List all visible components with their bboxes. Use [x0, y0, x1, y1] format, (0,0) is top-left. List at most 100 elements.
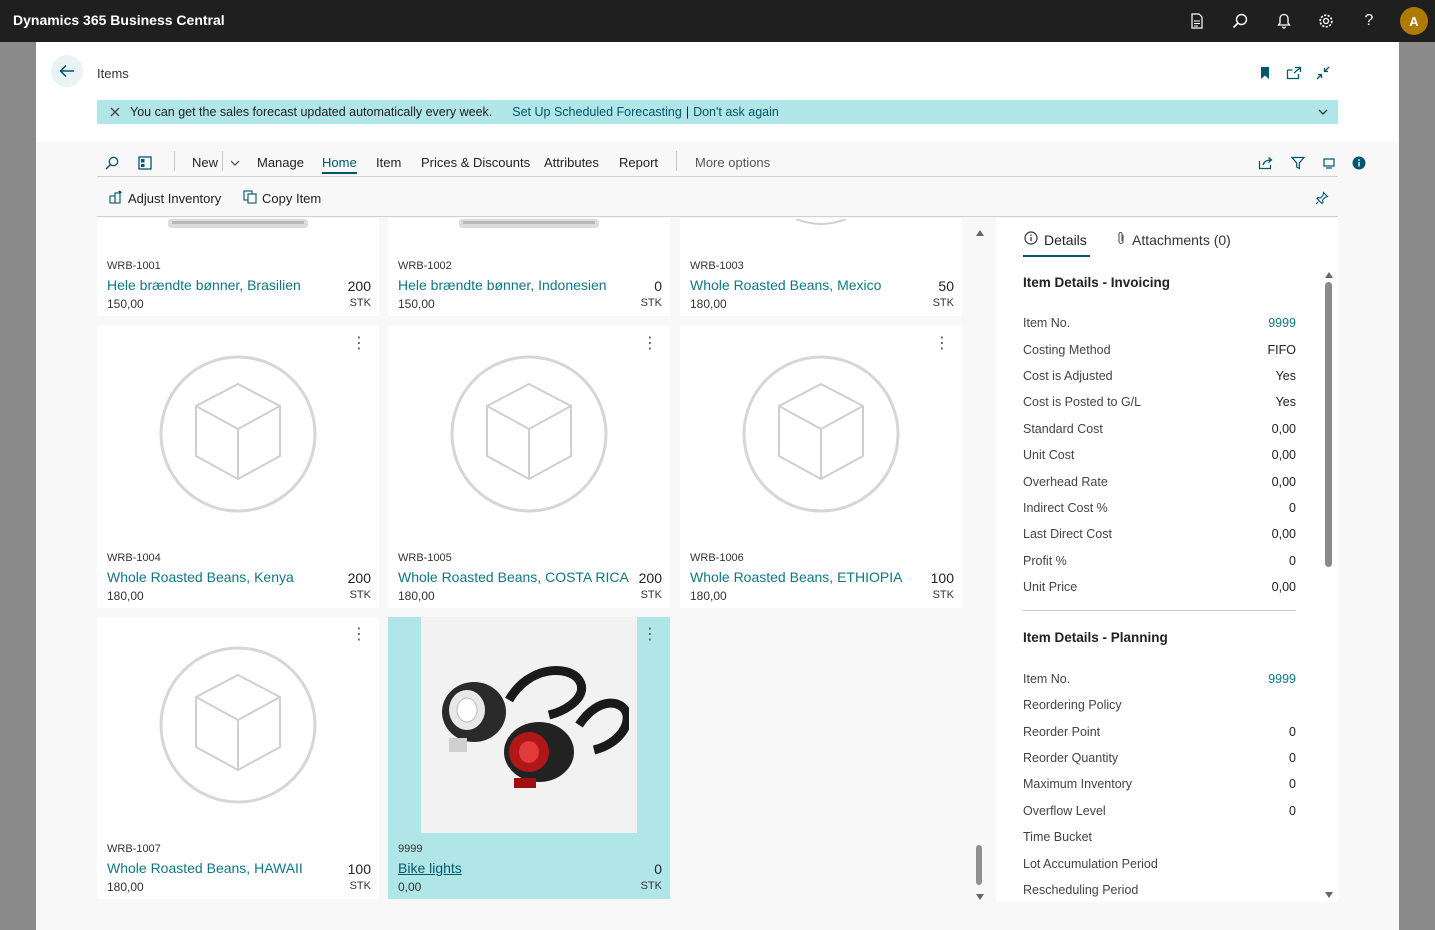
tile-more-icon[interactable]: ⋮: [351, 627, 367, 643]
item-description-link[interactable]: Whole Roasted Beans, ETHIOPIA: [690, 569, 902, 585]
fact-label: Overhead Rate: [1023, 475, 1108, 489]
close-notification-icon[interactable]: [110, 107, 120, 117]
item-tile-selected[interactable]: ⋮ 9999 Bike lights 0,00 0 STK: [388, 617, 670, 899]
item-tile[interactable]: ⋮ WRB-1005 Whole Roasted Beans, COSTA RI…: [388, 326, 670, 608]
item-description-link[interactable]: Hele brændte bønner, Brasilien: [107, 277, 301, 293]
item-description-link[interactable]: Whole Roasted Beans, Mexico: [690, 277, 881, 293]
fact-label: Item No.: [1023, 316, 1071, 330]
action-bar: New Manage Home Item Prices & Discounts …: [97, 147, 1366, 177]
tab-manage[interactable]: Manage: [257, 155, 304, 170]
tab-details[interactable]: Details: [1024, 231, 1087, 248]
item-inventory: 0: [654, 861, 662, 877]
item-description-link[interactable]: Whole Roasted Beans, Kenya: [107, 569, 294, 585]
report-icon[interactable]: [1187, 11, 1207, 31]
item-no: WRB-1005: [398, 552, 452, 564]
new-button[interactable]: New: [192, 155, 218, 170]
adjust-inventory-button[interactable]: Adjust Inventory: [109, 190, 221, 207]
settings-icon[interactable]: [1316, 11, 1336, 31]
factbox-scrollbar[interactable]: [1324, 264, 1334, 898]
share-icon[interactable]: [1257, 154, 1275, 172]
tab-prices-discounts[interactable]: Prices & Discounts: [421, 155, 530, 170]
action-separator: [222, 151, 223, 171]
tab-report[interactable]: Report: [619, 155, 658, 170]
bookmark-icon[interactable]: [1256, 64, 1274, 82]
fact-label: Lot Accumulation Period: [1023, 857, 1158, 871]
open-new-window-icon[interactable]: [1285, 64, 1303, 82]
tiles-scrollbar[interactable]: [974, 218, 986, 902]
chevron-down-icon[interactable]: [1318, 105, 1328, 119]
tile-more-icon[interactable]: ⋮: [642, 627, 658, 643]
new-dropdown-chevron-icon[interactable]: [226, 154, 244, 172]
item-placeholder-image: [680, 326, 962, 542]
item-description-link[interactable]: Hele brændte bønner, Indonesien: [398, 277, 607, 293]
adjust-inventory-icon: [109, 190, 124, 207]
item-description-link[interactable]: Whole Roasted Beans, HAWAII: [107, 860, 303, 876]
item-no-link[interactable]: 9999: [1268, 672, 1296, 686]
scroll-thumb[interactable]: [1325, 282, 1332, 567]
item-info: WRB-1002 Hele brændte bønner, Indonesien…: [388, 250, 670, 316]
item-description-link[interactable]: Whole Roasted Beans, COSTA RICA: [398, 569, 629, 585]
fact-row-cost-adjusted: Cost is Adjusted Yes: [1023, 369, 1296, 383]
dont-ask-again-link[interactable]: Don't ask again: [693, 105, 779, 119]
item-tile[interactable]: WRB-1003 Whole Roasted Beans, Mexico 180…: [680, 218, 962, 316]
fact-label: Costing Method: [1023, 343, 1111, 357]
box-placeholder-icon: [450, 355, 608, 513]
item-tile[interactable]: WRB-1001 Hele brændte bønner, Brasilien …: [97, 218, 379, 316]
setup-forecasting-link[interactable]: Set Up Scheduled Forecasting: [512, 105, 682, 119]
info-icon[interactable]: [1350, 154, 1368, 172]
item-no-link[interactable]: 9999: [1268, 316, 1296, 330]
fact-row-unit-price: Unit Price 0,00: [1023, 580, 1296, 594]
scroll-thumb[interactable]: [976, 845, 982, 885]
item-no: WRB-1001: [107, 260, 161, 272]
fact-row-reordering-policy: Reordering Policy: [1023, 698, 1296, 712]
filter-icon[interactable]: [1289, 154, 1307, 172]
item-no: WRB-1007: [107, 843, 161, 855]
box-placeholder-icon: [159, 646, 317, 804]
app-title[interactable]: Dynamics 365 Business Central: [13, 12, 225, 28]
copy-item-label: Copy Item: [262, 191, 322, 206]
item-description-link[interactable]: Bike lights: [398, 860, 462, 876]
more-options-button[interactable]: More options: [695, 155, 770, 170]
tile-more-icon[interactable]: ⋮: [934, 336, 950, 352]
fact-label: Last Direct Cost: [1023, 527, 1112, 541]
search-list-icon[interactable]: [103, 154, 121, 172]
item-tile[interactable]: ⋮ WRB-1006 Whole Roasted Beans, ETHIOPIA…: [680, 326, 962, 608]
item-image-partial: [680, 218, 962, 250]
item-inventory: 50: [938, 278, 954, 294]
bike-lights-image: [442, 665, 629, 788]
search-icon[interactable]: [1230, 11, 1250, 31]
scroll-down-icon[interactable]: [976, 888, 984, 903]
item-unit: STK: [932, 297, 954, 309]
tab-attachments[interactable]: Attachments (0): [1116, 231, 1231, 248]
avatar[interactable]: A: [1400, 7, 1428, 35]
item-inventory: 200: [347, 570, 371, 586]
right-shade: [1399, 42, 1435, 930]
fact-value: 0,00: [1271, 527, 1296, 541]
item-image-partial: [97, 218, 379, 250]
copy-item-button[interactable]: Copy Item: [243, 190, 321, 207]
item-tile[interactable]: ⋮ WRB-1004 Whole Roasted Beans, Kenya 18…: [97, 326, 379, 608]
bell-icon[interactable]: [1274, 11, 1294, 31]
fact-label: Reorder Point: [1023, 725, 1101, 739]
tab-attributes[interactable]: Attributes: [544, 155, 599, 170]
view-layout-icon[interactable]: [136, 154, 154, 172]
scroll-up-icon[interactable]: [976, 224, 984, 239]
tile-more-icon[interactable]: ⋮: [351, 336, 367, 352]
scroll-down-icon[interactable]: [1325, 886, 1333, 901]
fact-label: Reordering Policy: [1023, 698, 1122, 712]
top-bar: Dynamics 365 Business Central ? A: [0, 0, 1435, 42]
collapse-icon[interactable]: [1314, 64, 1332, 82]
tab-home[interactable]: Home: [322, 155, 357, 174]
list-view-icon[interactable]: [1320, 154, 1338, 172]
scroll-up-icon[interactable]: [1325, 266, 1333, 281]
item-tile[interactable]: WRB-1002 Hele brændte bønner, Indonesien…: [388, 218, 670, 316]
back-button[interactable]: [51, 55, 83, 87]
item-tiles: WRB-1001 Hele brændte bønner, Brasilien …: [97, 218, 967, 902]
tile-more-icon[interactable]: ⋮: [642, 336, 658, 352]
pin-icon[interactable]: [1313, 189, 1331, 207]
item-tile[interactable]: ⋮ WRB-1007 Whole Roasted Beans, HAWAII 1…: [97, 617, 379, 899]
tab-item[interactable]: Item: [376, 155, 401, 170]
fact-row-unit-cost: Unit Cost 0,00: [1023, 448, 1296, 462]
fact-row-cost-posted: Cost is Posted to G/L Yes: [1023, 395, 1296, 409]
help-icon[interactable]: ?: [1359, 11, 1379, 31]
